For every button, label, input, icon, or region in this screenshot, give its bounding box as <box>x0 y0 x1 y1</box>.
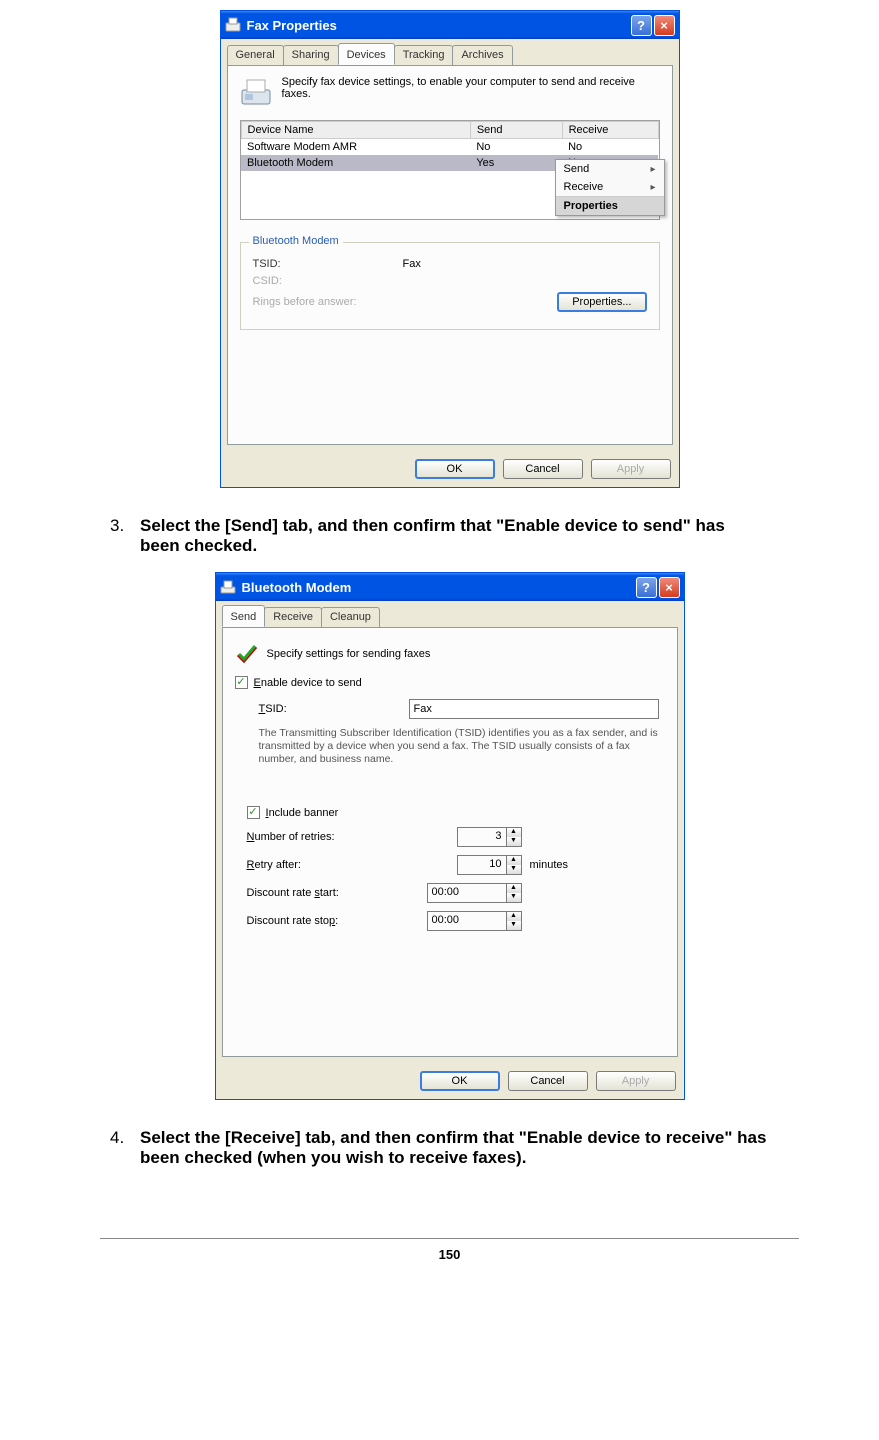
tab-cleanup[interactable]: Cleanup <box>321 607 380 627</box>
spinner-down-icon[interactable]: ▼ <box>507 893 521 902</box>
checkbox-label: Include banner <box>266 807 339 819</box>
tsid-note: The Transmitting Subscriber Identificati… <box>259 727 665 766</box>
page-footer: 150 <box>100 1238 799 1262</box>
titlebar[interactable]: Fax Properties ? × <box>221 11 679 39</box>
retry-after-unit: minutes <box>530 859 569 871</box>
step-number: 4. <box>110 1128 140 1168</box>
include-banner-checkbox[interactable]: ✓ Include banner <box>235 806 665 819</box>
retry-after-spinner[interactable]: 10 ▲▼ <box>457 855 522 875</box>
chevron-right-icon <box>650 181 655 193</box>
help-button[interactable]: ? <box>636 577 657 598</box>
apply-button[interactable]: Apply <box>591 459 671 479</box>
discount-start-label: Discount rate start: <box>247 887 397 899</box>
context-menu: Send Receive Properties <box>555 159 665 216</box>
instruction-step-4: 4. Select the [Receive] tab, and then co… <box>110 1128 769 1168</box>
enable-send-checkbox[interactable]: ✓ Enable device to send <box>235 676 665 689</box>
context-menu-send[interactable]: Send <box>556 160 664 178</box>
devices-panel: Specify fax device settings, to enable y… <box>227 65 673 445</box>
dialog-button-row: OK Cancel Apply <box>221 451 679 487</box>
cancel-button[interactable]: Cancel <box>508 1071 588 1091</box>
panel-description: Specify fax device settings, to enable y… <box>282 76 660 100</box>
close-button[interactable]: × <box>654 15 675 36</box>
tab-sharing[interactable]: Sharing <box>283 45 339 65</box>
titlebar[interactable]: Bluetooth Modem ? × <box>216 573 684 601</box>
spinner-down-icon[interactable]: ▼ <box>507 865 521 874</box>
tab-receive[interactable]: Receive <box>264 607 322 627</box>
checkbox-icon: ✓ <box>235 676 248 689</box>
ok-button[interactable]: OK <box>415 459 495 479</box>
context-menu-properties[interactable]: Properties <box>556 196 664 215</box>
tsid-label: TSID: <box>259 703 409 715</box>
bluetooth-modem-group: Bluetooth Modem TSID: Fax CSID: Rings be… <box>240 242 660 330</box>
col-send[interactable]: Send <box>470 122 562 139</box>
table-row[interactable]: Software Modem AMR No No <box>241 139 658 156</box>
dialog-button-row: OK Cancel Apply <box>216 1063 684 1099</box>
apply-button[interactable]: Apply <box>596 1071 676 1091</box>
bluetooth-modem-window: Bluetooth Modem ? × Send Receive Cleanup… <box>215 572 685 1100</box>
tab-row: Send Receive Cleanup <box>216 601 684 627</box>
spinner-down-icon[interactable]: ▼ <box>507 837 521 846</box>
spinner-down-icon[interactable]: ▼ <box>507 921 521 930</box>
tab-general[interactable]: General <box>227 45 284 65</box>
properties-button[interactable]: Properties... <box>557 292 646 312</box>
tab-devices[interactable]: Devices <box>338 43 395 65</box>
checkbox-label: Enable device to send <box>254 677 362 689</box>
retries-spinner[interactable]: 3 ▲▼ <box>457 827 522 847</box>
tsid-input[interactable] <box>409 699 659 719</box>
tab-tracking[interactable]: Tracking <box>394 45 454 65</box>
tsid-value: Fax <box>403 258 421 270</box>
fax-properties-window: Fax Properties ? × General Sharing Devic… <box>220 10 680 488</box>
step-text: Select the [Send] tab, and then confirm … <box>140 516 769 556</box>
instruction-step-3: 3. Select the [Send] tab, and then confi… <box>110 516 769 556</box>
retries-label: Number of retries: <box>247 831 397 843</box>
retry-after-label: Retry after: <box>247 859 397 871</box>
modem-titlebar-icon <box>220 579 236 595</box>
tab-send[interactable]: Send <box>222 605 266 627</box>
panel-description: Specify settings for sending faxes <box>267 648 431 660</box>
wizard-check-icon <box>235 642 259 666</box>
discount-stop-label: Discount rate stop: <box>247 915 397 927</box>
chevron-right-icon <box>650 163 655 175</box>
window-title: Bluetooth Modem <box>242 580 352 595</box>
col-device-name[interactable]: Device Name <box>241 122 470 139</box>
spinner-up-icon[interactable]: ▲ <box>507 828 521 837</box>
context-menu-receive[interactable]: Receive <box>556 178 664 196</box>
rings-label: Rings before answer: <box>253 296 403 308</box>
tab-row: General Sharing Devices Tracking Archive… <box>221 39 679 65</box>
col-receive[interactable]: Receive <box>562 122 658 139</box>
group-legend: Bluetooth Modem <box>249 235 343 247</box>
checkbox-icon: ✓ <box>247 806 260 819</box>
spinner-up-icon[interactable]: ▲ <box>507 884 521 893</box>
tsid-label: TSID: <box>253 258 403 270</box>
device-table[interactable]: Device Name Send Receive Software Modem … <box>240 120 660 220</box>
fax-titlebar-icon <box>225 17 241 33</box>
window-title: Fax Properties <box>247 18 337 33</box>
page-number: 150 <box>439 1247 461 1262</box>
discount-start-spinner[interactable]: 00:00 ▲▼ <box>427 883 522 903</box>
tab-archives[interactable]: Archives <box>452 45 512 65</box>
send-panel: Specify settings for sending faxes ✓ Ena… <box>222 627 678 1057</box>
spinner-up-icon[interactable]: ▲ <box>507 912 521 921</box>
step-number: 3. <box>110 516 140 556</box>
ok-button[interactable]: OK <box>420 1071 500 1091</box>
help-button[interactable]: ? <box>631 15 652 36</box>
close-button[interactable]: × <box>659 577 680 598</box>
cancel-button[interactable]: Cancel <box>503 459 583 479</box>
csid-label: CSID: <box>253 275 403 287</box>
spinner-up-icon[interactable]: ▲ <box>507 856 521 865</box>
fax-machine-icon <box>240 76 272 108</box>
step-text: Select the [Receive] tab, and then confi… <box>140 1128 769 1168</box>
discount-stop-spinner[interactable]: 00:00 ▲▼ <box>427 911 522 931</box>
